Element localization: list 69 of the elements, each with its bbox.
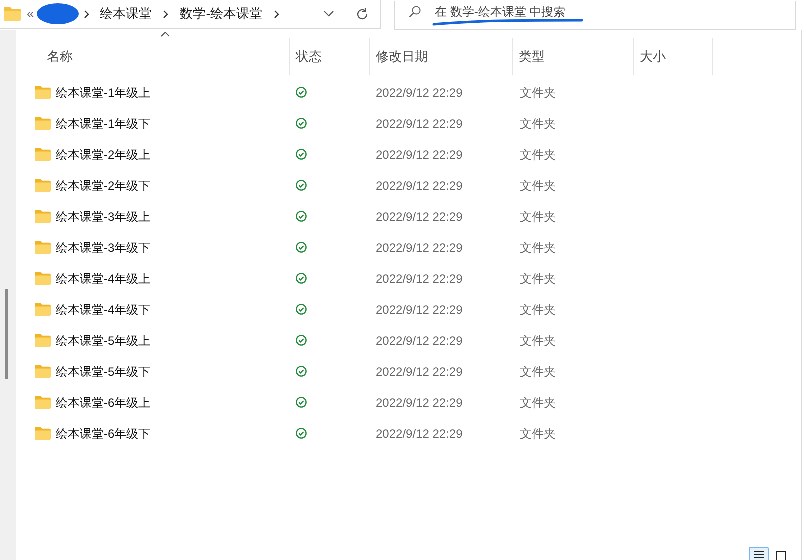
file-name[interactable]: 绘本课堂-5年级上 (56, 332, 151, 350)
modified-date: 2022/9/12 22:29 (376, 426, 463, 440)
redaction-scribble (37, 3, 80, 25)
search-field[interactable]: 在 数学-绘本课堂 中搜索 (394, 1, 796, 30)
chevron-icon[interactable] (84, 10, 90, 18)
folder-icon (35, 272, 51, 285)
folder-icon (35, 86, 51, 99)
column-header[interactable]: 大小 (640, 46, 666, 66)
dropdown-chevron-icon[interactable] (324, 11, 334, 17)
file-name[interactable]: 绘本课堂-5年级下 (56, 362, 151, 380)
modified-date: 2022/9/12 22:29 (376, 396, 463, 410)
file-name[interactable]: 绘本课堂-4年级下 (56, 300, 151, 318)
list-lines-icon (754, 551, 764, 559)
modified-date: 2022/9/12 22:29 (376, 302, 463, 316)
modified-date: 2022/9/12 22:29 (376, 334, 463, 348)
file-type: 文件夹 (520, 426, 556, 440)
folder-icon (35, 365, 51, 378)
folder-icon (35, 427, 51, 440)
address-bar[interactable]: « 绘本课堂 数学-绘本课堂 (0, 0, 381, 29)
file-type: 文件夹 (520, 302, 556, 316)
file-name[interactable]: 绘本课堂-6年级下 (56, 424, 151, 442)
file-type: 文件夹 (520, 396, 556, 410)
file-type: 文件夹 (520, 148, 556, 162)
file-type: 文件夹 (520, 240, 556, 254)
file-type: 文件夹 (520, 178, 556, 192)
folder-icon (35, 396, 51, 409)
chevron-icon[interactable] (163, 10, 170, 18)
column-header[interactable]: 修改日期 (376, 46, 428, 66)
file-type: 文件夹 (520, 116, 556, 130)
file-type: 文件夹 (520, 272, 556, 286)
modified-date: 2022/9/12 22:29 (376, 116, 463, 130)
file-name[interactable]: 绘本课堂-2年级上 (56, 146, 151, 164)
file-name[interactable]: 绘本课堂-2年级下 (56, 176, 151, 194)
scrollbar-thumb[interactable] (5, 289, 8, 379)
folder-icon (35, 210, 51, 223)
folder-icon (35, 303, 51, 316)
details-view-button[interactable] (749, 547, 769, 560)
folder-icon (35, 148, 51, 161)
file-name[interactable]: 绘本课堂-3年级下 (56, 238, 151, 256)
folder-icon (35, 334, 51, 347)
modified-date: 2022/9/12 22:29 (376, 364, 463, 378)
breadcrumb-segment[interactable]: 绘本课堂 (100, 4, 152, 24)
modified-date: 2022/9/12 22:29 (376, 86, 463, 100)
column-header[interactable]: 状态 (296, 46, 322, 66)
search-icon (409, 6, 421, 18)
file-name[interactable]: 绘本课堂-4年级上 (56, 270, 151, 288)
file-name[interactable]: 绘本课堂-6年级上 (56, 394, 151, 412)
modified-date: 2022/9/12 22:29 (376, 272, 463, 286)
file-type: 文件夹 (520, 210, 556, 224)
modified-date: 2022/9/12 22:29 (376, 178, 463, 192)
file-type: 文件夹 (520, 334, 556, 348)
file-name[interactable]: 绘本课堂-1年级下 (56, 114, 151, 132)
column-header[interactable]: 类型 (519, 46, 545, 66)
folder-icon (35, 117, 51, 130)
refresh-icon[interactable] (356, 8, 369, 20)
modified-date: 2022/9/12 22:29 (376, 210, 463, 224)
file-name[interactable]: 绘本课堂-1年级上 (56, 84, 151, 102)
modified-date: 2022/9/12 22:29 (376, 240, 463, 254)
file-type: 文件夹 (520, 364, 556, 378)
folder-icon (35, 241, 51, 254)
chevron-icon[interactable] (274, 10, 280, 18)
modified-date: 2022/9/12 22:29 (376, 148, 463, 162)
overflow-chevron[interactable]: « (27, 4, 34, 24)
folder-icon (35, 179, 51, 192)
column-header[interactable]: 名称 (47, 46, 73, 66)
breadcrumb-segment[interactable]: 数学-绘本课堂 (180, 4, 263, 24)
file-name[interactable]: 绘本课堂-3年级上 (56, 208, 151, 226)
folder-icon (4, 7, 21, 21)
file-type: 文件夹 (520, 86, 556, 100)
